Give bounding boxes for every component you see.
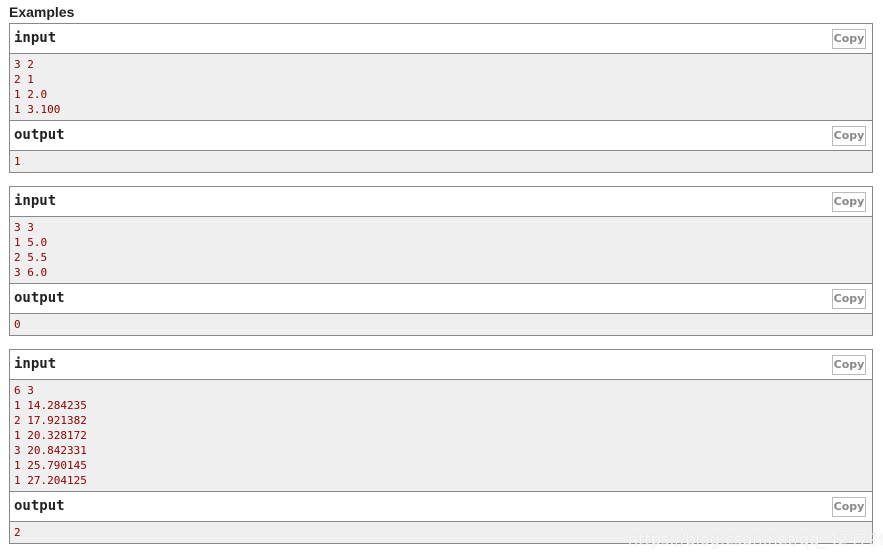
output-line: 0 bbox=[14, 318, 21, 331]
copy-input-button[interactable]: Copy bbox=[832, 192, 866, 212]
example-3: input Copy 6 3 1 14.284235 2 17.921382 1… bbox=[9, 349, 873, 544]
output-line: 1 bbox=[14, 155, 21, 168]
output-data: 2 bbox=[10, 522, 872, 543]
input-line: 3 6.0 bbox=[14, 266, 48, 279]
input-data: 3 3 1 5.0 2 5.5 3 6.0 bbox=[10, 217, 872, 284]
output-header: output Copy bbox=[10, 284, 872, 314]
example-1: input Copy 3 2 2 1 1 2.0 1 3.100 output … bbox=[9, 23, 873, 173]
input-line: 3 20.842331 bbox=[14, 444, 87, 457]
output-label: output bbox=[14, 290, 65, 306]
input-line: 3 2 bbox=[14, 58, 34, 71]
input-label: input bbox=[14, 30, 57, 46]
input-line: 1 20.328172 bbox=[14, 429, 87, 442]
copy-input-button[interactable]: Copy bbox=[832, 29, 866, 49]
input-line: 1 27.204125 bbox=[14, 474, 87, 487]
input-header: input Copy bbox=[10, 350, 872, 380]
example-2: input Copy 3 3 1 5.0 2 5.5 3 6.0 output … bbox=[9, 186, 873, 336]
input-line: 3 3 bbox=[14, 221, 34, 234]
input-line: 2 17.921382 bbox=[14, 414, 87, 427]
output-header: output Copy bbox=[10, 121, 872, 151]
input-label: input bbox=[14, 193, 57, 209]
input-data: 3 2 2 1 1 2.0 1 3.100 bbox=[10, 54, 872, 121]
input-line: 1 2.0 bbox=[14, 88, 48, 101]
copy-output-button[interactable]: Copy bbox=[832, 289, 866, 309]
input-header: input Copy bbox=[10, 24, 872, 54]
input-data: 6 3 1 14.284235 2 17.921382 1 20.328172 … bbox=[10, 380, 872, 492]
output-label: output bbox=[14, 498, 65, 514]
output-data: 0 bbox=[10, 314, 872, 335]
copy-output-button[interactable]: Copy bbox=[832, 126, 866, 146]
input-line: 1 25.790145 bbox=[14, 459, 87, 472]
input-line: 1 5.0 bbox=[14, 236, 48, 249]
input-label: input bbox=[14, 356, 57, 372]
output-label: output bbox=[14, 127, 65, 143]
input-line: 6 3 bbox=[14, 384, 34, 397]
input-line: 1 3.100 bbox=[14, 103, 61, 116]
input-line: 1 14.284235 bbox=[14, 399, 87, 412]
input-header: input Copy bbox=[10, 187, 872, 217]
output-header: output Copy bbox=[10, 492, 872, 522]
examples-heading: Examples bbox=[9, 4, 75, 20]
copy-output-button[interactable]: Copy bbox=[832, 497, 866, 517]
output-data: 1 bbox=[10, 151, 872, 172]
input-line: 2 1 bbox=[14, 73, 34, 86]
input-line: 2 5.5 bbox=[14, 251, 48, 264]
copy-input-button[interactable]: Copy bbox=[832, 355, 866, 375]
output-line: 2 bbox=[14, 526, 21, 539]
examples-list: input Copy 3 2 2 1 1 2.0 1 3.100 output … bbox=[9, 23, 873, 557]
